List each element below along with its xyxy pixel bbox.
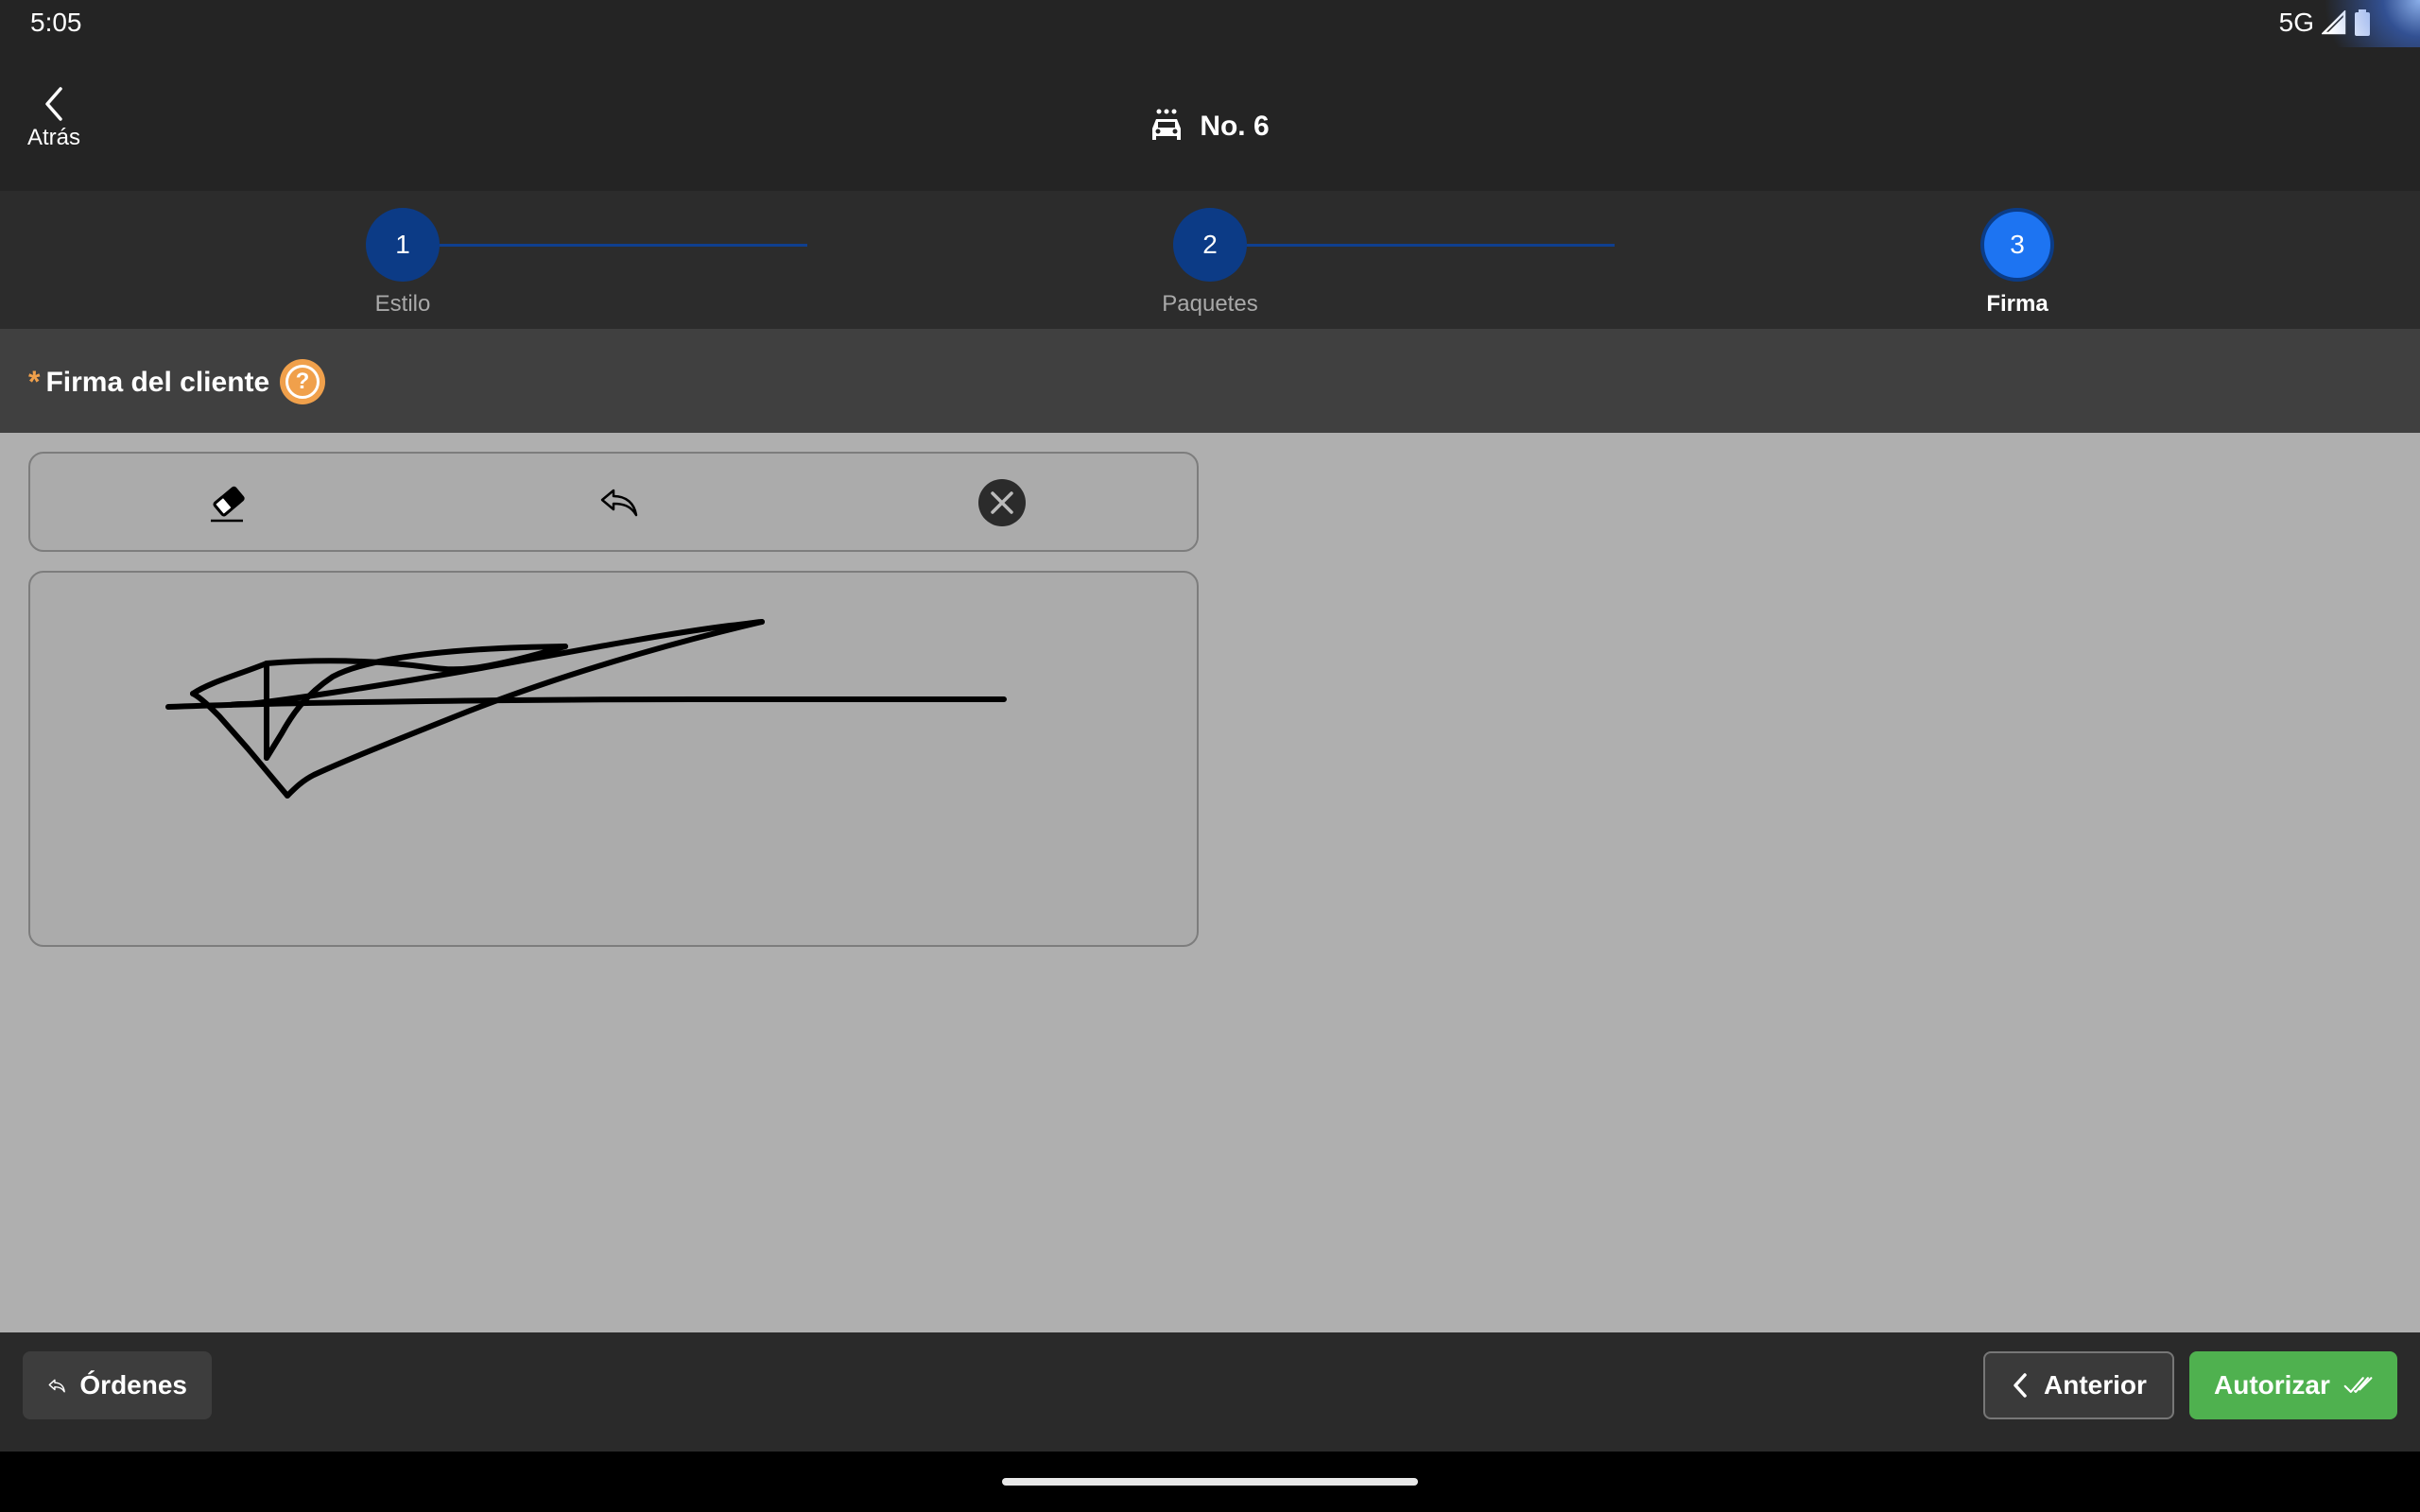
step-paquetes[interactable]: 2 Paquetes — [1115, 208, 1305, 318]
step-firma[interactable]: 3 Firma — [1923, 208, 2112, 318]
step-label: Firma — [1986, 291, 2048, 317]
step-label: Paquetes — [1162, 291, 1258, 317]
help-icon[interactable]: ? — [280, 359, 325, 404]
chevron-left-icon — [2014, 1373, 2027, 1398]
step-number: 1 — [366, 208, 440, 282]
status-time: 5:05 — [30, 8, 82, 37]
previous-label: Anterior — [2044, 1370, 2147, 1400]
orders-button[interactable]: Órdenes — [23, 1351, 212, 1419]
help-glyph: ? — [285, 365, 320, 399]
page-title: No. 6 — [0, 108, 2420, 146]
home-gesture-handle[interactable] — [1002, 1478, 1418, 1486]
section-title: * Firma del cliente — [28, 365, 269, 400]
signature-stroke — [165, 619, 1007, 799]
double-check-icon — [2343, 1377, 2373, 1393]
signature-section-header: * Firma del cliente ? — [0, 329, 2420, 433]
step-number: 2 — [1173, 208, 1247, 282]
bottom-action-bar: Órdenes Anterior Autorizar — [0, 1332, 2420, 1452]
car-wash-icon — [1152, 109, 1182, 140]
orders-label: Órdenes — [79, 1370, 187, 1400]
network-type: 5G — [2278, 8, 2314, 37]
section-title-text: Firma del cliente — [45, 366, 270, 398]
status-bar: 5:05 5G — [0, 0, 2420, 104]
app-header: Atrás No. 6 — [0, 47, 2420, 191]
reply-icon — [48, 1379, 65, 1393]
step-label: Estilo — [374, 291, 431, 317]
previous-button[interactable]: Anterior — [1983, 1351, 2174, 1419]
step-estilo[interactable]: 1 Estilo — [308, 208, 497, 318]
step-number: 3 — [1980, 208, 2054, 282]
signature-pad[interactable] — [28, 571, 1199, 947]
required-mark: * — [28, 365, 41, 399]
system-navigation-bar — [0, 1452, 2420, 1512]
clear-icon[interactable] — [976, 476, 1028, 529]
order-number: No. 6 — [1200, 111, 1270, 142]
progress-stepper: 1 Estilo 2 Paquetes 3 Firma — [0, 191, 2420, 329]
undo-icon[interactable] — [592, 476, 645, 529]
eraser-icon[interactable] — [202, 476, 255, 529]
authorize-label: Autorizar — [2214, 1370, 2330, 1400]
authorize-button[interactable]: Autorizar — [2189, 1351, 2397, 1419]
signature-toolbar — [28, 452, 1199, 552]
signature-content — [0, 433, 2420, 1332]
